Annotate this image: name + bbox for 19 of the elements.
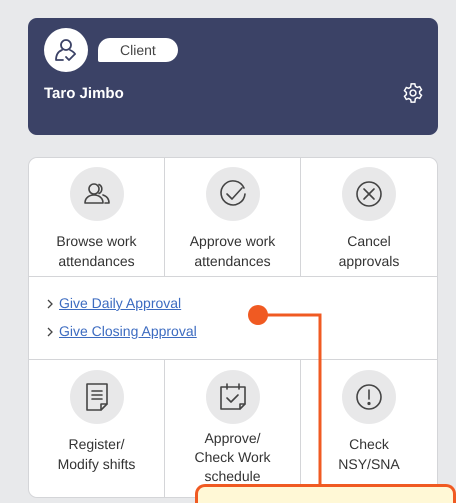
tile-label: Check NSY/SNA bbox=[337, 435, 401, 474]
approval-link[interactable]: Give Closing Approval bbox=[59, 323, 197, 340]
menu-tile[interactable]: Browse work attendances bbox=[29, 158, 165, 276]
menu-tile[interactable]: Approve work attendances bbox=[165, 158, 301, 276]
tile-label: Approve/ Check Work schedule bbox=[194, 429, 272, 486]
menu-tile[interactable]: Cancel approvals bbox=[301, 158, 437, 276]
menu-tile[interactable]: Check NSY/SNA bbox=[301, 360, 437, 497]
user-name: Taro Jimbo bbox=[44, 84, 124, 102]
tile-label: Register/ Modify shifts bbox=[56, 435, 136, 474]
user-check-icon bbox=[44, 28, 88, 72]
tile-label: Browse work attendances bbox=[55, 232, 138, 271]
tile-label: Approve work attendances bbox=[188, 232, 276, 271]
role-badge: Client bbox=[98, 38, 178, 62]
settings-icon[interactable] bbox=[402, 82, 424, 104]
menu-tile[interactable]: Register/ Modify shifts bbox=[29, 360, 165, 497]
tile-label: Cancel approvals bbox=[338, 232, 400, 271]
chevron-right-icon bbox=[47, 326, 53, 336]
chevron-right-icon bbox=[47, 298, 53, 308]
approval-link[interactable]: Give Daily Approval bbox=[59, 295, 182, 312]
